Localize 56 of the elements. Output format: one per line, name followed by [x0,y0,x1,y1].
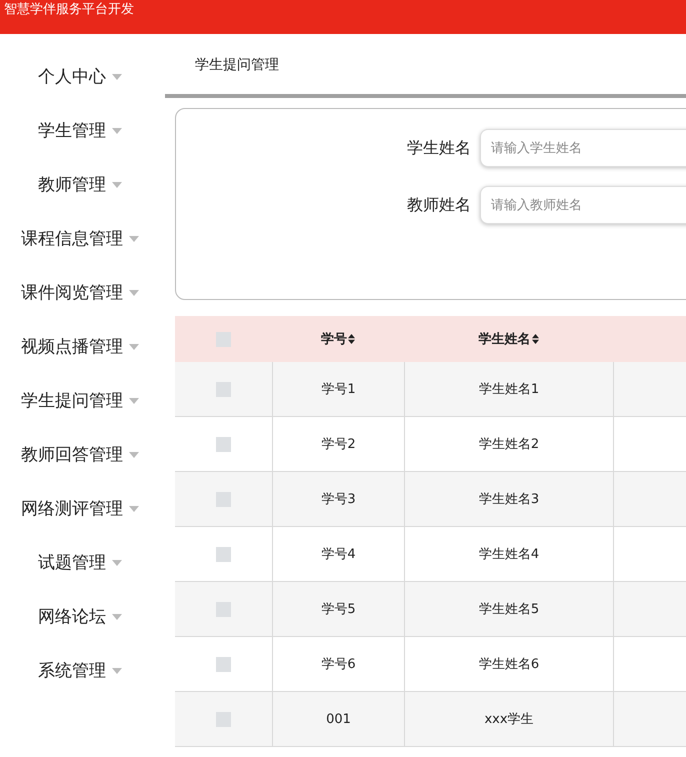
caret-icon [129,506,139,512]
table-cell-text: 学号4 [321,546,356,563]
input-field[interactable]: 请输入教师姓名 [480,186,686,224]
page-tab[interactable]: 学生提问管理 [195,56,279,74]
row-checkbox[interactable] [216,656,231,672]
caret-icon [112,74,122,80]
caret-icon [129,398,139,404]
sidebar-item[interactable]: 课件阅览管理 [21,275,139,329]
table-cell-text: 学号3 [321,491,356,508]
caret-icon [129,290,139,296]
sidebar-item[interactable]: 学生提问管理 [21,383,139,437]
caret-icon [129,344,139,350]
table-cell-text: 学生姓名1 [478,381,540,398]
row-checkbox[interactable] [216,546,231,562]
caret-icon [112,128,122,134]
sidebar-item[interactable]: 个人中心 [38,59,122,113]
checkbox[interactable] [216,332,231,346]
sidebar-item[interactable]: 课程信息管理 [21,221,139,275]
sidebar-item[interactable]: 网络测评管理 [21,491,139,545]
input-field[interactable]: 请输入学生姓名 [480,129,686,167]
field-label: 学生姓名 [407,138,471,158]
table-cell-text: 学号5 [321,601,356,618]
sidebar-item[interactable]: 学生管理 [38,113,122,167]
app-title: 智慧学伴服务平台开发 [3,1,134,19]
table-cell-text: 学生姓名4 [478,546,540,563]
caret-icon [129,452,139,458]
row-checkbox[interactable] [216,382,231,396]
table-cell-text: 学生姓名5 [478,601,540,618]
row-checkbox[interactable] [216,602,231,616]
table-cell: 001 [326,712,351,726]
sidebar-item[interactable]: 系统管理 [38,653,122,707]
sidebar-item[interactable]: 教师回答管理 [21,437,139,491]
caret-icon [112,182,122,188]
row-checkbox[interactable] [216,436,231,452]
row-checkbox[interactable] [216,712,231,726]
column-header[interactable]: 学生姓名 [478,330,538,348]
row-checkbox[interactable] [216,492,231,506]
table-cell-text: 学号2 [321,436,356,453]
sidebar-item[interactable]: 视频点播管理 [21,329,139,383]
field-label: 教师姓名 [407,194,471,216]
table-cell-text: xxx学生 [484,711,534,728]
sidebar-item[interactable]: 教师管理 [38,167,122,221]
table-cell-text: 学号1 [321,381,356,398]
caret-icon [112,668,122,674]
table-cell-text: 学号6 [321,656,356,673]
sort-icon [532,334,538,344]
sort-icon [348,334,355,344]
table-cell-text: 学生姓名2 [478,436,540,453]
sidebar-item[interactable]: 试题管理 [38,545,122,599]
caret-icon [129,236,139,242]
caret-icon [112,560,122,566]
caret-icon [112,614,122,620]
column-header[interactable]: 学号 [321,330,355,348]
table-cell-text: 学生姓名3 [478,491,540,508]
sidebar-item[interactable]: 网络论坛 [38,599,122,653]
table-cell-text: 学生姓名6 [478,656,540,673]
